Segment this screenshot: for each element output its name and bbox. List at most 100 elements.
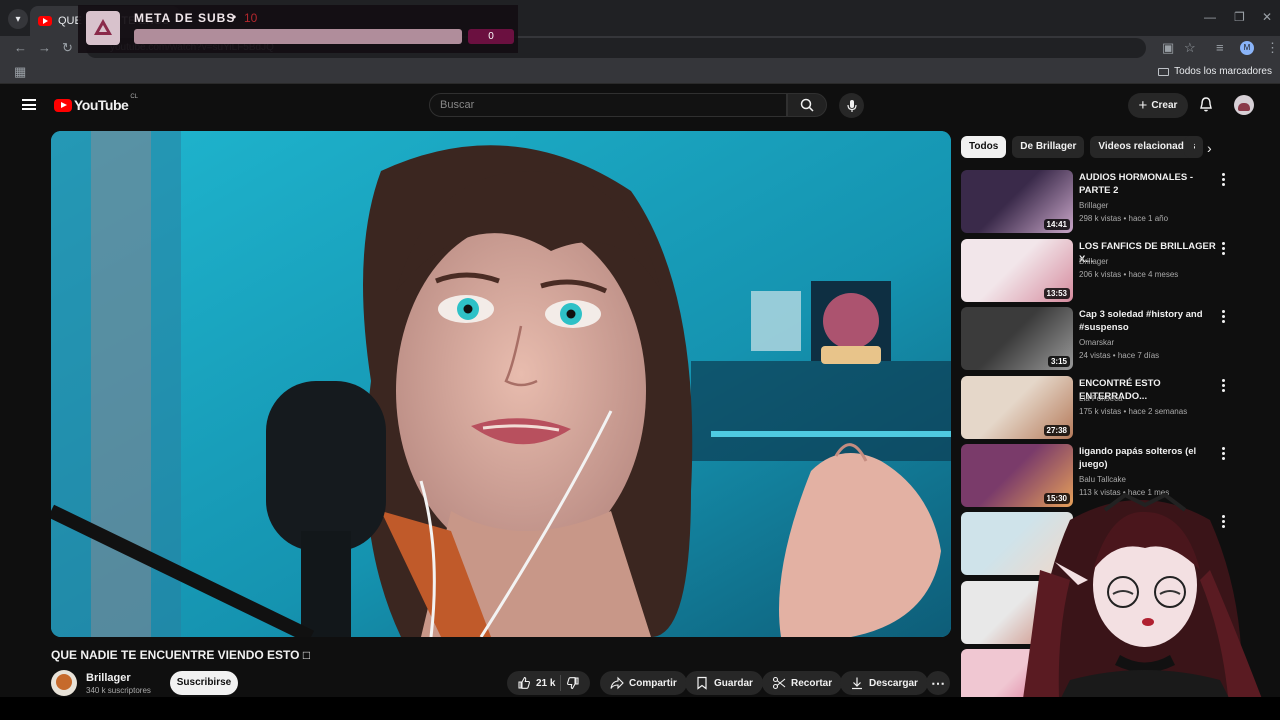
channel-avatar[interactable] [51,670,77,696]
clip-button[interactable]: Recortar [762,671,843,695]
download-button[interactable]: Descargar [840,671,928,695]
video-title: QUE NADIE TE ENCUENTRE VIENDO ESTO □ [51,648,311,662]
recommendation-item[interactable]: 13:53 LOS FANFICS DE BRILLAGER X... Brilla… [961,239,1261,303]
like-dislike-group: 21 k [507,671,591,695]
sub-goal-progress-bar [134,29,462,44]
streamer-logo-icon [86,11,120,45]
more-vertical-icon[interactable] [1222,310,1225,323]
sub-goal-title: META DE SUBS [134,11,236,25]
restore-icon[interactable]: ❐ [1234,10,1245,24]
filter-chips: Todos De Brillager Videos relacionados [961,136,1204,158]
microphone-icon [846,99,857,112]
recommendation-channel[interactable]: Brillager [1079,257,1108,266]
subscriber-count: 340 k suscriptores [86,686,151,695]
save-button[interactable]: Guardar [685,671,763,695]
recommendation-item[interactable]: 14:41 AUDIOS HORMONALES - PARTE 2 Brillage… [961,170,1261,234]
more-vertical-icon[interactable] [1222,173,1225,186]
tab-search-icon[interactable]: ≡ [1216,41,1224,55]
chip-partial[interactable] [1184,136,1194,158]
close-window-icon[interactable]: ✕ [1262,10,1272,24]
sub-goal-target: 10 [244,11,258,25]
all-bookmarks[interactable]: Todos los marcadores [1158,66,1272,77]
like-divider [560,675,562,691]
share-arrow-icon [610,676,624,690]
save-label: Guardar [714,677,753,689]
search-button[interactable] [787,93,827,117]
clip-label: Recortar [791,677,833,689]
subscribe-button[interactable]: Suscribirse [170,671,238,695]
more-vertical-icon[interactable] [1222,242,1225,255]
more-actions-button[interactable]: ⋯ [926,671,950,695]
video-duration: 14:41 [1043,219,1070,230]
youtube-favicon-icon [38,16,52,26]
chevron-right-icon[interactable]: › [1207,140,1212,156]
share-button[interactable]: Compartir [600,671,687,695]
reload-icon[interactable]: ↻ [62,41,73,55]
separator-dot: • [232,10,237,24]
video-frame [51,131,951,637]
video-thumbnail[interactable]: 13:53 [961,239,1073,302]
create-button[interactable]: + Crear [1128,93,1188,118]
tab-list-button[interactable]: ▾ [8,9,28,29]
channel-name[interactable]: Brillager [86,672,131,684]
recommendation-channel[interactable]: Brillager [1079,201,1108,210]
voice-search-button[interactable] [839,93,864,118]
video-thumbnail[interactable]: 3:15 [961,307,1073,370]
dislike-button[interactable] [566,676,580,690]
bookmark-icon [697,676,707,690]
scissors-icon [772,676,786,690]
recommendation-meta: 206 k vistas • hace 4 meses [1079,270,1179,279]
youtube-logo[interactable]: YouTube CL [54,94,138,113]
video-player[interactable] [51,131,951,637]
download-label: Descargar [869,677,918,689]
folder-icon [1158,67,1170,76]
bookmarks-bar: ▦ Todos los marcadores [0,60,1280,84]
chip-de-brillager[interactable]: De Brillager [1012,136,1085,158]
recommendation-meta: 175 k vistas • hace 2 semanas [1079,407,1188,416]
youtube-play-icon [54,98,72,112]
search-icon [800,98,814,112]
plus-icon: + [1138,97,1148,114]
cast-icon[interactable]: ▣ [1162,41,1174,55]
sub-goal-overlay: META DE SUBS • 10 0 [78,5,518,53]
recommendation-channel[interactable]: Omarskar [1079,338,1114,347]
profile-avatar-icon[interactable]: M [1240,41,1254,55]
sub-goal-count: 0 [468,29,514,44]
notifications-bell-icon[interactable] [1198,96,1214,113]
minimize-icon[interactable]: — [1204,10,1216,24]
video-thumbnail[interactable]: 27:38 [961,376,1073,439]
recommendation-title[interactable]: ligando papás solteros (el juego) [1079,445,1217,471]
more-horizontal-icon: ⋯ [931,674,945,691]
like-button[interactable]: 21 k [517,676,555,690]
chip-todos[interactable]: Todos [961,136,1007,158]
recommendation-channel[interactable]: Lia Fonseca [1079,394,1123,403]
recommendation-title[interactable]: Cap 3 soledad #history and #suspenso [1079,308,1217,334]
forward-arrow-icon[interactable]: → [38,41,51,55]
youtube-header: YouTube CL Buscar + Crear [0,85,1280,125]
video-duration: 3:15 [1047,356,1070,367]
thumbs-down-icon [567,677,580,690]
menu-hamburger-icon[interactable] [22,99,36,110]
more-vertical-icon[interactable] [1222,447,1225,460]
youtube-wordmark: YouTube [74,97,129,113]
recommendation-meta: 298 k vistas • hace 1 año [1079,214,1169,223]
account-avatar[interactable] [1234,95,1254,115]
video-duration: 27:38 [1043,425,1070,436]
like-count: 21 k [536,677,556,689]
menu-dots-icon[interactable]: ⋮ [1266,41,1279,55]
search-input[interactable]: Buscar [429,93,787,117]
recommendation-item[interactable]: 3:15 Cap 3 soledad #history and #suspenso… [961,307,1261,371]
video-thumbnail[interactable]: 14:41 [961,170,1073,233]
video-duration: 13:53 [1043,288,1070,299]
recommendation-channel[interactable]: Balu Tallcake [1079,475,1126,484]
create-label: Crear [1151,100,1178,111]
more-vertical-icon[interactable] [1222,379,1225,392]
country-code: CL [130,94,138,100]
recommendation-title[interactable]: AUDIOS HORMONALES - PARTE 2 [1079,171,1217,197]
bookmark-star-icon[interactable]: ☆ [1184,41,1196,55]
thumbs-up-icon [518,676,530,689]
back-arrow-icon[interactable]: ← [14,41,27,55]
share-label: Compartir [629,677,677,689]
recommendation-item[interactable]: 27:38 ENCONTRÉ ESTO ENTERRADO... Lia Fonse… [961,376,1261,440]
apps-grid-icon[interactable]: ▦ [14,65,26,79]
